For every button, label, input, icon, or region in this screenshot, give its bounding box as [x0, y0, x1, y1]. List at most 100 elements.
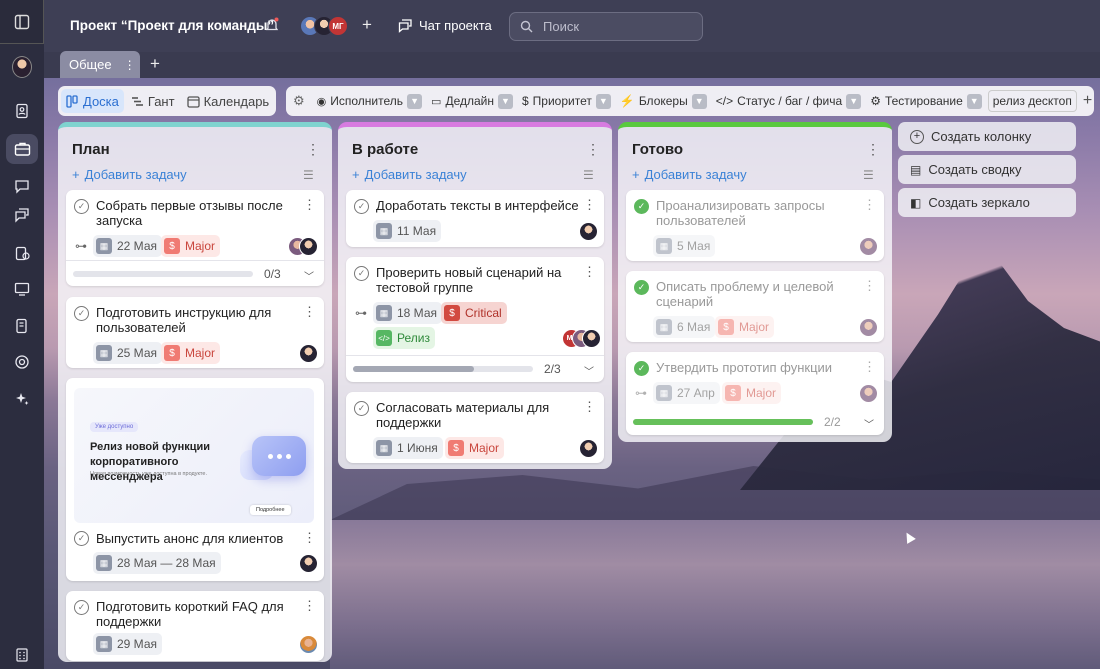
assignee-avatar[interactable] [579, 222, 598, 241]
filter-settings-button[interactable]: ⚙ [290, 89, 308, 113]
create-summary-button[interactable]: ▤ Создать сводку [898, 155, 1076, 184]
chevron-down-icon[interactable]: ﹀ [864, 416, 874, 431]
progress-row[interactable]: 2/3 ﹀ [346, 355, 604, 381]
funnel-icon[interactable]: ▼ [407, 93, 423, 109]
deadline-badge[interactable]: ▦ 11 Мая [373, 220, 442, 242]
filter-blockers[interactable]: ⚡ Блокеры ▼ [617, 89, 710, 113]
check-circle-icon[interactable]: ✓ [74, 306, 89, 321]
task-card[interactable]: ✓ Подготовить инструкцию для пользовател… [66, 297, 324, 368]
user-avatar[interactable] [12, 56, 32, 78]
funnel-icon[interactable]: ▼ [846, 93, 862, 109]
release-tag[interactable]: </> Релиз [373, 327, 435, 349]
card-menu-icon[interactable]: ⋮ [863, 197, 876, 213]
card-menu-icon[interactable]: ⋮ [303, 530, 316, 546]
progress-row[interactable]: 2/2 ﹀ [626, 409, 884, 435]
assignee-avatar[interactable] [299, 635, 318, 654]
funnel-icon[interactable]: ▼ [497, 93, 513, 109]
filter-release-desktop[interactable]: релиз десктоп [987, 90, 1077, 112]
view-gantt-button[interactable]: Гант [126, 89, 180, 113]
check-circle-icon[interactable]: ✓ [354, 401, 369, 416]
tab-general[interactable]: Общее ⋮ [60, 51, 140, 78]
column-view-icon[interactable]: ☰ [303, 168, 314, 182]
add-task-button[interactable]: + Добавить задачу [352, 167, 467, 182]
filter-deadline[interactable]: ▭ Дедлайн ▼ [428, 89, 516, 113]
check-circle-icon[interactable]: ✓ [74, 600, 89, 615]
search-input[interactable] [543, 19, 683, 34]
column-menu-icon[interactable]: ⋮ [586, 141, 600, 158]
monitor-icon[interactable] [12, 279, 32, 299]
deadline-badge[interactable]: ▦ 22 Мая [93, 235, 162, 257]
create-mirror-button[interactable]: ◧ Создать зеркало [898, 188, 1076, 217]
assignee-avatar[interactable] [299, 237, 318, 256]
docs-icon[interactable] [12, 316, 32, 336]
assignee-avatar[interactable] [859, 237, 878, 256]
check-circle-icon[interactable]: ✓ [74, 531, 89, 546]
projects-icon[interactable] [12, 139, 32, 159]
project-chat-button[interactable]: Чат проекта [398, 18, 492, 33]
chat-icon[interactable] [12, 176, 32, 196]
column-view-icon[interactable]: ☰ [863, 168, 874, 182]
view-board-button[interactable]: Доска [61, 89, 124, 113]
deadline-badge[interactable]: ▦ 5 Мая [653, 235, 716, 257]
deadline-badge[interactable]: ▦ 27 Апр [653, 382, 720, 404]
task-card[interactable]: ✓ Доработать тексты в интерфейсе ⋮ ▦ 11 М… [346, 190, 604, 247]
task-card[interactable]: ✓ Описать проблему и целевой сценарий ⋮ … [626, 271, 884, 342]
create-column-button[interactable]: + Создать колонку [898, 122, 1076, 151]
view-calendar-button[interactable]: Календарь [182, 89, 275, 113]
add-member-button[interactable]: + [362, 15, 372, 35]
task-card[interactable]: ✓ Согласовать материалы для поддержки ⋮ … [346, 392, 604, 463]
deadline-badge[interactable]: ▦ 6 Мая [653, 316, 716, 338]
task-card[interactable]: Уже доступно Релиз новой функции корпора… [66, 378, 324, 581]
add-task-button[interactable]: + Добавить задачу [72, 167, 187, 182]
priority-badge[interactable]: $ Major [715, 316, 775, 338]
tasks-icon[interactable] [12, 243, 32, 263]
filter-testing[interactable]: ⚙ Тестирование ▼ [867, 89, 985, 113]
bell-icon[interactable] [265, 17, 279, 35]
card-menu-icon[interactable]: ⋮ [583, 197, 596, 213]
task-card[interactable]: ✓ Проверить новый сценарий на тестовой г… [346, 257, 604, 382]
contacts-icon[interactable] [12, 101, 32, 121]
search-box[interactable] [509, 12, 703, 41]
check-circle-icon[interactable]: ✓ [354, 199, 369, 214]
card-menu-icon[interactable]: ⋮ [303, 304, 316, 320]
priority-badge[interactable]: $ Major [722, 382, 782, 404]
deadline-badge[interactable]: ▦ 29 Мая [93, 633, 162, 655]
check-done-icon[interactable]: ✓ [634, 361, 649, 376]
task-card[interactable]: ✓ Утвердить прототип функции ⋮ ⊶ ▦ 27 Апр… [626, 352, 884, 435]
add-tab-button[interactable]: + [150, 54, 160, 74]
card-menu-icon[interactable]: ⋮ [303, 598, 316, 614]
sidebar-toggle-button[interactable] [0, 0, 44, 44]
ai-sparkle-icon[interactable] [12, 389, 32, 409]
chevron-down-icon[interactable]: ﹀ [584, 363, 594, 378]
check-done-icon[interactable]: ✓ [634, 280, 649, 295]
progress-row[interactable]: 0/3 ﹀ [66, 260, 324, 286]
assignee-avatar[interactable] [299, 344, 318, 363]
deadline-badge[interactable]: ▦ 25 Мая [93, 342, 162, 364]
support-icon[interactable] [12, 352, 32, 372]
deadline-badge[interactable]: ▦ 18 Мая [373, 302, 442, 324]
task-card[interactable]: ✓ Проанализировать запросы пользователей… [626, 190, 884, 261]
priority-badge[interactable]: $ Critical [441, 302, 507, 324]
assignee-avatar[interactable] [299, 554, 318, 573]
funnel-icon[interactable]: ▼ [966, 93, 982, 109]
tab-menu-icon[interactable]: ⋮ [124, 58, 136, 72]
check-circle-icon[interactable]: ✓ [74, 199, 89, 214]
card-menu-icon[interactable]: ⋮ [583, 264, 596, 280]
task-card[interactable]: ✓ Собрать первые отзывы после запуска ⋮ … [66, 190, 324, 286]
priority-badge[interactable]: $ Major [161, 235, 221, 257]
filter-priority[interactable]: $ Приоритет ▼ [519, 89, 614, 113]
task-card[interactable]: ✓ Подготовить короткий FAQ для поддержки… [66, 591, 324, 661]
filter-status[interactable]: </> Статус / баг / фича ▼ [713, 89, 864, 113]
card-menu-icon[interactable]: ⋮ [863, 359, 876, 375]
add-task-button[interactable]: + Добавить задачу [632, 167, 747, 182]
funnel-icon[interactable]: ▼ [595, 93, 611, 109]
add-filter-button[interactable]: + [1080, 89, 1094, 113]
card-menu-icon[interactable]: ⋮ [863, 278, 876, 294]
project-members[interactable]: МГ [300, 16, 348, 36]
assignee-avatar[interactable] [582, 329, 601, 348]
assignee-avatar[interactable] [859, 384, 878, 403]
assignee-avatar[interactable] [579, 439, 598, 458]
priority-badge[interactable]: $ Major [161, 342, 221, 364]
collab-chat-icon[interactable] [12, 205, 32, 225]
deadline-badge[interactable]: ▦ 1 Июня [373, 437, 443, 459]
